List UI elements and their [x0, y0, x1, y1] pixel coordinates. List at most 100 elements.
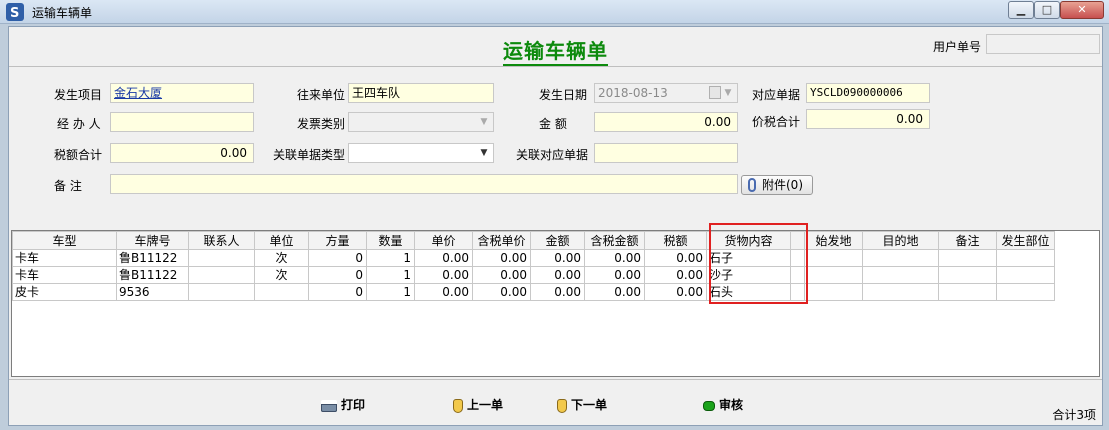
related-doc-field[interactable] [594, 143, 738, 163]
date-value: 2018-08-13 [598, 86, 668, 100]
table-cell[interactable] [804, 266, 863, 284]
table-cell[interactable] [938, 283, 997, 301]
review-button[interactable]: 审核 [703, 396, 743, 413]
table-cell[interactable]: 0.00 [584, 266, 645, 284]
table-row[interactable]: 卡车 鲁B11122 次 0 1 0.00 0.00 0.00 0.00 0.0… [12, 249, 1055, 267]
col-header[interactable]: 车型 [12, 231, 117, 250]
table-cell[interactable] [188, 249, 255, 267]
table-cell[interactable]: 0.00 [472, 266, 531, 284]
table-cell[interactable]: 0.00 [644, 283, 707, 301]
table-cell[interactable]: 0.00 [530, 283, 585, 301]
chevron-down-icon[interactable]: ▼ [477, 144, 491, 162]
next-label: 下一单 [571, 398, 608, 412]
vehicle-table[interactable]: 车型 车牌号 联系人 单位 方量 数量 单价 含税单价 金额 含税金额 税额 货… [11, 230, 1100, 377]
user-no-field[interactable] [986, 34, 1100, 54]
col-header[interactable]: 车牌号 [116, 231, 189, 250]
table-cell[interactable]: 0.00 [584, 283, 645, 301]
table-cell[interactable] [188, 283, 255, 301]
col-header[interactable]: 备注 [938, 231, 997, 250]
chevron-down-icon[interactable]: ▼ [721, 84, 735, 102]
col-header[interactable]: 方量 [308, 231, 367, 250]
col-header[interactable]: 单位 [254, 231, 309, 250]
print-button[interactable]: 打印 [321, 396, 365, 413]
prev-button[interactable]: 上一单 [453, 396, 503, 413]
date-label: 发生日期 [539, 88, 588, 102]
close-button[interactable]: ✕ [1060, 1, 1104, 19]
maximize-button[interactable]: □ [1034, 1, 1060, 19]
table-cell[interactable]: 0.00 [584, 249, 645, 267]
attachment-button[interactable]: 附件(0) [741, 175, 813, 195]
invoice-type-select[interactable]: ▼ [348, 112, 494, 132]
table-cell[interactable]: 9536 [116, 283, 189, 301]
table-cell[interactable] [938, 266, 997, 284]
table-row[interactable]: 卡车 鲁B11122 次 0 1 0.00 0.00 0.00 0.00 0.0… [12, 266, 1055, 284]
footer-toolbar: 打印 上一单 下一单 审核 合计3项 [9, 379, 1102, 425]
table-cell[interactable]: 卡车 [12, 266, 117, 284]
table-cell[interactable]: 鲁B11122 [116, 249, 189, 267]
table-cell[interactable]: 0.00 [472, 283, 531, 301]
related-type-select[interactable]: ▼ [348, 143, 494, 163]
table-cell[interactable]: 0 [308, 266, 367, 284]
table-cell[interactable]: 1 [366, 249, 415, 267]
table-cell[interactable] [996, 266, 1055, 284]
table-cell[interactable]: 1 [366, 266, 415, 284]
table-cell[interactable] [804, 249, 863, 267]
table-row[interactable]: 皮卡 9536 0 1 0.00 0.00 0.00 0.00 0.00 石头 [12, 283, 1055, 301]
col-header[interactable]: 金额 [530, 231, 585, 250]
review-label: 审核 [719, 398, 744, 412]
handler-field[interactable] [110, 112, 254, 132]
table-cell[interactable]: 0.00 [530, 249, 585, 267]
window-title: 运输车辆单 [32, 6, 93, 20]
table-cell[interactable] [254, 283, 309, 301]
next-button[interactable]: 下一单 [557, 396, 607, 413]
col-header[interactable]: 目的地 [862, 231, 939, 250]
table-cell[interactable]: 卡车 [12, 249, 117, 267]
partner-field[interactable]: 王四车队 [348, 83, 494, 103]
tax-total-field[interactable]: 0.00 [110, 143, 254, 163]
remark-field[interactable] [110, 174, 738, 194]
col-header[interactable]: 联系人 [188, 231, 255, 250]
paperclip-icon [748, 178, 756, 192]
amount-field[interactable]: 0.00 [594, 112, 738, 132]
table-cell[interactable]: 皮卡 [12, 283, 117, 301]
chevron-down-icon[interactable]: ▼ [477, 113, 491, 131]
table-cell[interactable]: 0.00 [644, 249, 707, 267]
table-cell[interactable]: 0.00 [530, 266, 585, 284]
table-cell[interactable]: 鲁B11122 [116, 266, 189, 284]
table-cell[interactable]: 0.00 [414, 283, 473, 301]
table-cell[interactable] [996, 249, 1055, 267]
table-cell[interactable] [996, 283, 1055, 301]
col-header[interactable]: 含税单价 [472, 231, 531, 250]
table-cell[interactable] [862, 283, 939, 301]
total-count: 合计3项 [1052, 408, 1096, 422]
calendar-icon[interactable] [709, 86, 721, 99]
table-cell[interactable]: 0.00 [472, 249, 531, 267]
table-cell[interactable]: 次 [254, 266, 309, 284]
table-cell[interactable]: 次 [254, 249, 309, 267]
col-header[interactable]: 始发地 [804, 231, 863, 250]
table-cell[interactable]: 1 [366, 283, 415, 301]
col-header[interactable]: 发生部位 [996, 231, 1055, 250]
table-cell[interactable] [804, 283, 863, 301]
table-cell[interactable]: 0.00 [414, 266, 473, 284]
table-cell[interactable]: 0.00 [644, 266, 707, 284]
project-field[interactable]: 金石大厦 [110, 83, 254, 103]
table-cell[interactable] [188, 266, 255, 284]
col-header[interactable]: 含税金额 [584, 231, 645, 250]
title-bar[interactable]: S 运输车辆单 ▁ □ ✕ [0, 0, 1109, 24]
table-cell[interactable]: 0.00 [414, 249, 473, 267]
table-cell[interactable]: 0 [308, 283, 367, 301]
table-cell[interactable]: 0 [308, 249, 367, 267]
col-header[interactable]: 单价 [414, 231, 473, 250]
col-header[interactable]: 税额 [644, 231, 707, 250]
table-cell[interactable] [938, 249, 997, 267]
invoice-type-label: 发票类别 [297, 117, 346, 131]
corr-doc-field[interactable]: YSCLD090000006 [806, 83, 930, 103]
minimize-button[interactable]: ▁ [1008, 1, 1034, 19]
date-picker[interactable]: 2018-08-13 ▼ [594, 83, 738, 103]
total-tax-price-field[interactable]: 0.00 [806, 109, 930, 129]
prev-label: 上一单 [467, 398, 504, 412]
table-cell[interactable] [862, 266, 939, 284]
col-header[interactable]: 数量 [366, 231, 415, 250]
table-cell[interactable] [862, 249, 939, 267]
